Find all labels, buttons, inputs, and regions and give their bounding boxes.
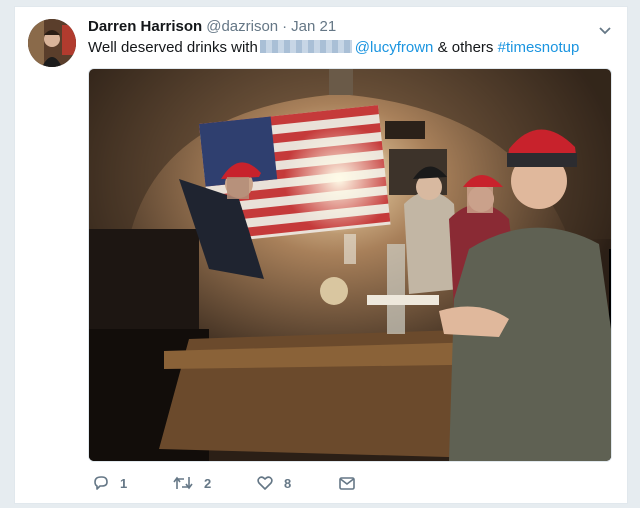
chevron-down-icon[interactable] [599, 23, 611, 35]
reply-count: 1 [120, 475, 128, 491]
direct-message-button[interactable] [338, 473, 366, 493]
tweet-text-middle: & others [437, 39, 494, 56]
tweet-photo[interactable] [88, 68, 612, 462]
retweet-button[interactable]: 2 [172, 473, 211, 493]
tweet-actions: 1 2 8 [88, 473, 488, 493]
retweet-count: 2 [204, 475, 212, 491]
hashtag-link[interactable]: #timesnotup [498, 39, 580, 56]
envelope-icon [339, 477, 355, 490]
tweet-card[interactable]: Darren Harrison @dazrison · Jan 21 Well des… [14, 6, 628, 504]
redacted-mention [259, 40, 352, 53]
tweet-header: Darren Harrison @dazrison · Jan 21 [88, 17, 336, 37]
retweet-icon [173, 476, 193, 490]
display-name[interactable]: Darren Harrison [88, 18, 202, 35]
tweet-text: Well deserved drinks with @lucyfrown & ot… [88, 38, 579, 58]
separator: · [282, 18, 288, 35]
reply-icon [94, 476, 108, 490]
heart-icon [257, 476, 273, 490]
like-button[interactable]: 8 [256, 473, 291, 493]
mention-link[interactable]: @lucyfrown [355, 39, 434, 56]
reply-button[interactable]: 1 [92, 473, 127, 493]
tweet-text-start: Well deserved drinks with [88, 39, 258, 56]
like-count: 8 [284, 475, 292, 491]
user-handle[interactable]: @dazrison [206, 18, 278, 35]
tweet-date[interactable]: Jan 21 [291, 18, 336, 35]
avatar[interactable] [28, 19, 76, 67]
